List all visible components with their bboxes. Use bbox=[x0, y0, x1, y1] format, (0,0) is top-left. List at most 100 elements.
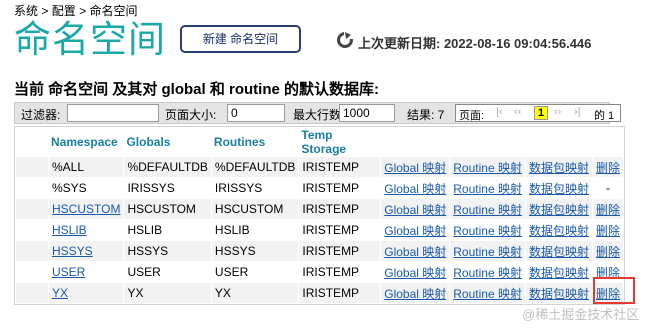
results-count: 结果: 7 bbox=[407, 108, 445, 122]
row-blank bbox=[16, 262, 48, 282]
routine-mapping-link[interactable]: Routine 映射 bbox=[453, 182, 522, 196]
delete-link[interactable]: 删除 bbox=[596, 224, 620, 238]
page-title: 命名空间 bbox=[14, 19, 166, 60]
namespace-cell: %SYS bbox=[49, 178, 124, 198]
globals-cell: HSCUSTOM bbox=[124, 199, 211, 219]
routine-mapping-link[interactable]: Routine 映射 bbox=[453, 161, 522, 175]
namespace-link[interactable]: USER bbox=[52, 265, 85, 279]
routine-mapping-link[interactable]: Routine 映射 bbox=[453, 266, 522, 280]
temp-storage-cell: IRISTEMP bbox=[299, 199, 381, 219]
routines-cell: USER bbox=[211, 262, 299, 282]
globals-cell: USER bbox=[124, 262, 211, 282]
row-blank bbox=[16, 283, 48, 303]
routines-cell: %DEFAULTDB bbox=[211, 157, 299, 177]
temp-storage-cell: IRISTEMP bbox=[299, 157, 381, 177]
last-update-time: 上次更新日期: 2022-08-16 09:04:56.446 bbox=[358, 36, 592, 51]
filter-input[interactable] bbox=[67, 104, 159, 122]
namespace-link[interactable]: YX bbox=[52, 286, 68, 300]
namespace-link[interactable]: HSCUSTOM bbox=[52, 202, 120, 216]
delete-link[interactable]: 删除 bbox=[596, 203, 620, 217]
temp-storage-cell: IRISTEMP bbox=[299, 262, 381, 282]
routines-cell: HSLIB bbox=[211, 220, 299, 240]
header-blank bbox=[450, 128, 525, 156]
pager-next-icon[interactable]: ›› bbox=[554, 106, 561, 118]
table-header-row: Namespace Globals Routines Temp Storage bbox=[16, 128, 623, 156]
table-row: HSCUSTOM HSCUSTOM HSCUSTOM IRISTEMP Glob… bbox=[16, 199, 623, 219]
page-size-label: 页面大小: bbox=[165, 108, 217, 122]
routine-mapping-link[interactable]: Routine 映射 bbox=[453, 224, 522, 238]
global-mapping-link[interactable]: Global 映射 bbox=[384, 203, 446, 217]
header-temp-storage[interactable]: Temp Storage bbox=[299, 128, 381, 156]
globals-cell: %DEFAULTDB bbox=[124, 157, 211, 177]
namespace-table: Namespace Globals Routines Temp Storage … bbox=[14, 126, 625, 305]
package-mapping-link[interactable]: 数据包映射 bbox=[529, 245, 589, 259]
header-globals[interactable]: Globals bbox=[124, 128, 211, 156]
pager-total: 的 1 bbox=[594, 110, 615, 122]
delete-link[interactable]: 删除 bbox=[596, 161, 620, 175]
globals-cell: HSLIB bbox=[124, 220, 211, 240]
pager-label: 页面: bbox=[459, 110, 485, 122]
global-mapping-link[interactable]: Global 映射 bbox=[384, 287, 446, 301]
namespace-link[interactable]: HSLIB bbox=[52, 223, 87, 237]
routine-mapping-link[interactable]: Routine 映射 bbox=[453, 203, 522, 217]
global-mapping-link[interactable]: Global 映射 bbox=[384, 266, 446, 280]
row-blank bbox=[16, 241, 48, 261]
global-mapping-link[interactable]: Global 映射 bbox=[384, 245, 446, 259]
package-mapping-link[interactable]: 数据包映射 bbox=[529, 224, 589, 238]
globals-cell: HSSYS bbox=[124, 241, 211, 261]
routine-mapping-link[interactable]: Routine 映射 bbox=[453, 287, 522, 301]
header-routines[interactable]: Routines bbox=[211, 128, 299, 156]
package-mapping-link[interactable]: 数据包映射 bbox=[529, 266, 589, 280]
table-row: %ALL %DEFAULTDB %DEFAULTDB IRISTEMP Glob… bbox=[16, 157, 623, 177]
max-rows-input[interactable] bbox=[339, 104, 395, 122]
global-mapping-link[interactable]: Global 映射 bbox=[384, 182, 446, 196]
pager-prev-icon[interactable]: ‹‹ bbox=[514, 106, 521, 118]
temp-storage-cell: IRISTEMP bbox=[299, 241, 381, 261]
section-heading: 当前 命名空间 及其对 global 和 routine 的默认数据库: bbox=[14, 81, 379, 98]
header-namespace[interactable]: Namespace bbox=[49, 128, 124, 156]
row-blank bbox=[16, 199, 48, 219]
table-row: %SYS IRISSYS IRISSYS IRISTEMP Global 映射 … bbox=[16, 178, 623, 198]
delete-link[interactable]: 删除 bbox=[596, 245, 620, 259]
routines-cell: YX bbox=[211, 283, 299, 303]
package-mapping-link[interactable]: 数据包映射 bbox=[529, 161, 589, 175]
temp-storage-cell: IRISTEMP bbox=[299, 178, 381, 198]
table-toolbar: 过滤器: 页面大小: 最大行数: 结果: 7 页面: |‹ ‹‹ 1 ›› ›|… bbox=[14, 102, 621, 124]
routine-mapping-link[interactable]: Routine 映射 bbox=[453, 245, 522, 259]
global-mapping-link[interactable]: Global 映射 bbox=[384, 161, 446, 175]
new-namespace-button[interactable]: 新建 命名空间 bbox=[180, 25, 301, 53]
row-blank bbox=[16, 178, 48, 198]
globals-cell: IRISSYS bbox=[124, 178, 211, 198]
routines-cell: IRISSYS bbox=[211, 178, 299, 198]
temp-storage-cell: IRISTEMP bbox=[299, 220, 381, 240]
header-blank bbox=[592, 128, 623, 156]
routines-cell: HSSYS bbox=[211, 241, 299, 261]
pager: 页面: |‹ ‹‹ 1 ›› ›| 的 1 bbox=[455, 104, 621, 122]
header-blank bbox=[381, 128, 450, 156]
refresh-icon[interactable] bbox=[336, 31, 354, 49]
global-mapping-link[interactable]: Global 映射 bbox=[384, 224, 446, 238]
row-blank bbox=[16, 157, 48, 177]
table-row: USER USER USER IRISTEMP Global 映射 Routin… bbox=[16, 262, 623, 282]
delete-disabled: - bbox=[592, 178, 623, 198]
package-mapping-link[interactable]: 数据包映射 bbox=[529, 287, 589, 301]
table-row: HSLIB HSLIB HSLIB IRISTEMP Global 映射 Rou… bbox=[16, 220, 623, 240]
namespace-link[interactable]: HSSYS bbox=[52, 244, 93, 258]
namespace-cell: %ALL bbox=[49, 157, 124, 177]
pager-last-icon[interactable]: ›| bbox=[574, 106, 581, 118]
pager-first-icon[interactable]: |‹ bbox=[496, 106, 503, 118]
highlight-box bbox=[593, 277, 635, 304]
header-blank bbox=[16, 128, 48, 156]
row-blank bbox=[16, 220, 48, 240]
max-rows-label: 最大行数: bbox=[293, 108, 345, 122]
filter-label: 过滤器: bbox=[21, 108, 61, 122]
package-mapping-link[interactable]: 数据包映射 bbox=[529, 203, 589, 217]
temp-storage-cell: IRISTEMP bbox=[299, 283, 381, 303]
header-blank bbox=[525, 128, 592, 156]
globals-cell: YX bbox=[124, 283, 211, 303]
package-mapping-link[interactable]: 数据包映射 bbox=[529, 182, 589, 196]
watermark: @稀土掘金技术社区 bbox=[522, 307, 640, 322]
table-row: HSSYS HSSYS HSSYS IRISTEMP Global 映射 Rou… bbox=[16, 241, 623, 261]
pager-current-page[interactable]: 1 bbox=[534, 106, 548, 120]
page-size-input[interactable] bbox=[227, 104, 285, 122]
